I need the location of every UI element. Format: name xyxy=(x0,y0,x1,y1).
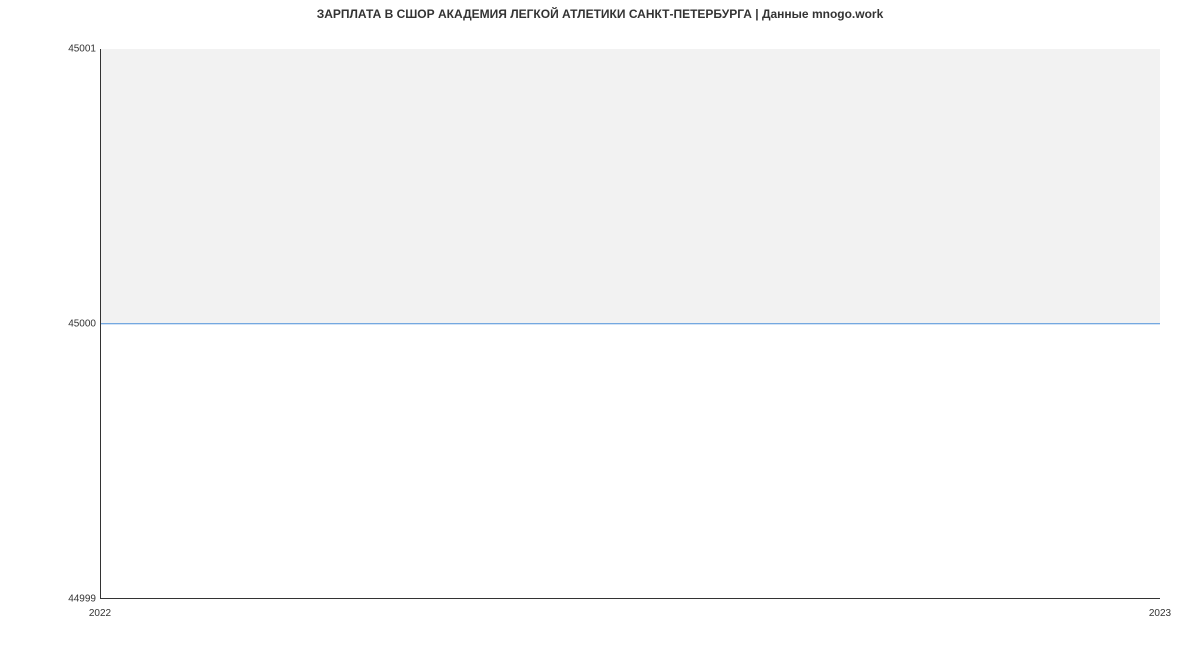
x-tick-label: 2022 xyxy=(89,608,111,619)
y-tick-label: 45000 xyxy=(68,319,96,330)
plot-area xyxy=(100,49,1160,599)
data-line xyxy=(101,323,1160,324)
y-tick-label: 45001 xyxy=(68,44,96,55)
x-tick-label: 2023 xyxy=(1149,608,1171,619)
chart-title: ЗАРПЛАТА В СШОР АКАДЕМИЯ ЛЕГКОЙ АТЛЕТИКИ… xyxy=(0,7,1200,21)
shaded-region xyxy=(101,49,1160,324)
y-tick-label: 44999 xyxy=(68,594,96,605)
chart-container: ЗАРПЛАТА В СШОР АКАДЕМИЯ ЛЕГКОЙ АТЛЕТИКИ… xyxy=(0,0,1200,650)
